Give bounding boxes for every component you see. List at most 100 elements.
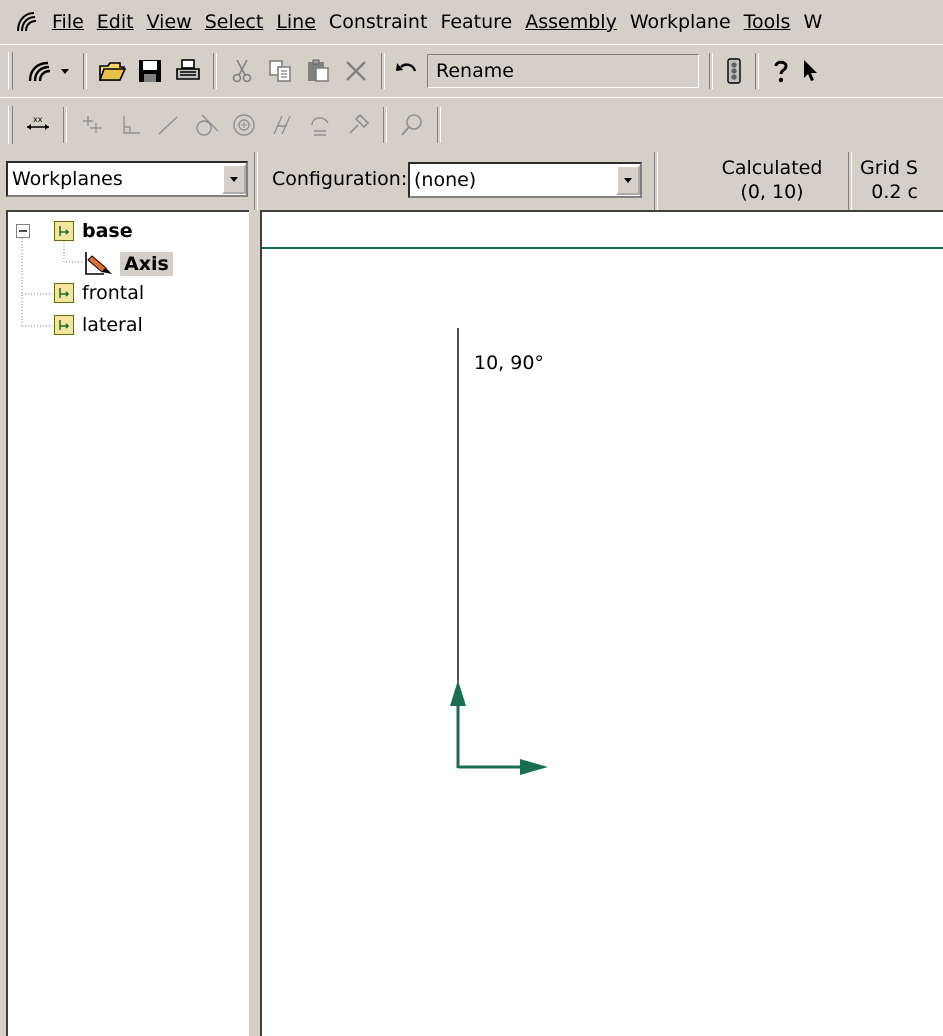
toolbar-separator: [213, 53, 217, 89]
menu-constraint[interactable]: Constraint: [323, 0, 435, 44]
menu-bar: File Edit View Select Line Constraint Fe…: [0, 0, 943, 44]
calculated-value: (0, 10): [740, 181, 804, 203]
sketch-mode-icon: [28, 61, 51, 82]
menu-line[interactable]: Line: [270, 0, 323, 44]
toolbar-separator: [381, 53, 385, 89]
configuration-label: Configuration:: [272, 168, 408, 190]
fix-pin-icon: [349, 113, 370, 134]
status-divider: [654, 152, 658, 210]
workplane-icon: [54, 315, 74, 335]
tree-node-frontal[interactable]: frontal: [54, 282, 144, 304]
pointer-help-icon: [804, 60, 817, 81]
open-button[interactable]: [93, 51, 131, 91]
menu-window[interactable]: W: [797, 0, 829, 44]
tree-node-axis[interactable]: Axis: [82, 250, 173, 278]
menu-tools[interactable]: Tools: [738, 0, 798, 44]
workplane-tree: base Axis frontal lateral: [6, 210, 249, 1036]
dimension-button[interactable]: xx: [19, 105, 57, 145]
angle-icon: [158, 116, 178, 135]
menu-workplane[interactable]: Workplane: [624, 0, 738, 44]
workplanes-select[interactable]: Workplanes: [6, 161, 248, 197]
copy-icon: [269, 60, 291, 82]
paste-button[interactable]: [299, 51, 337, 91]
drawing-canvas[interactable]: 10, 90°: [260, 210, 943, 1036]
coincident-icon: [83, 116, 102, 133]
tangent-button[interactable]: [187, 105, 225, 145]
perpendicular-button[interactable]: [111, 105, 149, 145]
tree-node-label: base: [82, 220, 133, 242]
toolbar-separator: [383, 107, 387, 143]
inspect-button[interactable]: [393, 105, 431, 145]
delete-button[interactable]: [337, 51, 375, 91]
toolbar-separator: [755, 53, 759, 89]
constraint-toolbar: xx: [0, 97, 943, 153]
printer-icon: [176, 59, 200, 80]
toolbar-separator: [437, 107, 441, 143]
menu-view[interactable]: View: [141, 0, 199, 44]
status-divider: [848, 152, 852, 210]
calculated-label: Calculated: [721, 157, 823, 179]
menu-select[interactable]: Select: [199, 0, 271, 44]
tangent-icon: [196, 114, 219, 136]
save-disk-icon: [139, 60, 161, 82]
context-help-button[interactable]: [797, 51, 827, 91]
mode-dropdown-button[interactable]: [19, 51, 77, 91]
print-button[interactable]: [169, 51, 207, 91]
save-button[interactable]: [131, 51, 169, 91]
tree-node-label: frontal: [82, 282, 145, 304]
scissors-icon: [232, 59, 252, 83]
origin-y-arrowhead: [450, 680, 466, 706]
coincident-button[interactable]: [73, 105, 111, 145]
help-button[interactable]: [765, 51, 797, 91]
collapse-minus-icon: [16, 224, 30, 238]
tree-node-base[interactable]: base: [54, 220, 133, 242]
panel-splitter[interactable]: [249, 210, 260, 1036]
grid-size-status: Grid S 0.2 c: [860, 156, 918, 204]
tree-node-label: lateral: [82, 314, 143, 336]
angle-button[interactable]: [149, 105, 187, 145]
dropdown-arrow-icon[interactable]: [616, 165, 640, 195]
grid-size-label: Grid S: [860, 157, 918, 179]
rename-field[interactable]: Rename: [427, 54, 699, 88]
dimension-icon: xx: [27, 115, 49, 130]
menu-assembly[interactable]: Assembly: [519, 0, 624, 44]
dropdown-arrow-icon[interactable]: [222, 164, 246, 194]
menu-file[interactable]: File: [46, 0, 91, 44]
toolbar-grip[interactable]: [8, 106, 13, 144]
dropdown-arrow-icon: [61, 69, 69, 74]
delete-x-icon: [346, 61, 366, 81]
cut-button[interactable]: [223, 51, 261, 91]
equal-radius-button[interactable]: [301, 105, 339, 145]
menu-edit[interactable]: Edit: [91, 0, 141, 44]
undo-button[interactable]: [391, 51, 423, 91]
standard-toolbar: Rename: [0, 44, 943, 98]
grid-size-value: 0.2 c: [871, 181, 918, 203]
tree-node-label: Axis: [120, 252, 173, 276]
undo-arrow-icon: [396, 63, 417, 72]
traffic-light-button[interactable]: [719, 51, 749, 91]
magnifier-icon: [401, 114, 422, 136]
calculated-status: Calculated (0, 10): [700, 156, 844, 204]
app-logo-icon: [17, 12, 37, 32]
origin-x-arrowhead: [520, 759, 548, 775]
configuration-select[interactable]: (none): [408, 162, 642, 198]
dimension-label[interactable]: 10, 90°: [474, 352, 544, 374]
toolbar-grip[interactable]: [8, 52, 13, 90]
concentric-button[interactable]: [225, 105, 263, 145]
toolbar-separator: [63, 107, 67, 143]
parallel-button[interactable]: [263, 105, 301, 145]
toolbar-separator: [83, 53, 87, 89]
paste-clipboard-icon: [308, 59, 329, 82]
tree-expander[interactable]: [16, 224, 30, 238]
parallel-icon: [273, 115, 291, 135]
fix-button[interactable]: [339, 105, 377, 145]
axis-pen-icon: [85, 252, 112, 275]
toolbar-separator: [709, 53, 713, 89]
traffic-light-icon: [727, 58, 741, 84]
menu-feature[interactable]: Feature: [434, 0, 519, 44]
tree-node-lateral[interactable]: lateral: [54, 314, 143, 336]
svg-text:xx: xx: [33, 115, 43, 124]
open-folder-icon: [98, 62, 126, 81]
copy-button[interactable]: [261, 51, 299, 91]
concentric-icon: [233, 114, 255, 136]
